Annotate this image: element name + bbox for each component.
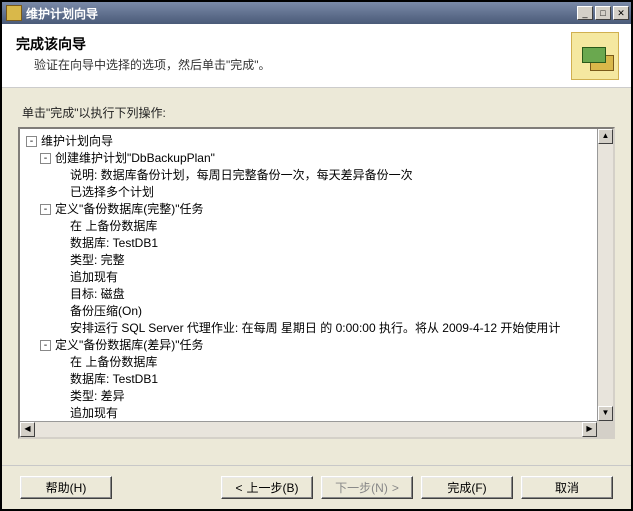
minimize-button[interactable]: _ bbox=[577, 6, 593, 20]
tree-node-full-task[interactable]: - 定义"备份数据库(完整)"任务 bbox=[26, 201, 597, 218]
scrollbar-corner bbox=[597, 421, 613, 437]
tree-leaf[interactable]: 在 上备份数据库 bbox=[26, 218, 597, 235]
tree-node-diff-task[interactable]: - 定义"备份数据库(差异)"任务 bbox=[26, 337, 597, 354]
tree-leaf[interactable]: 追加现有 bbox=[26, 405, 597, 421]
tree-leaf[interactable]: 类型: 差异 bbox=[26, 388, 597, 405]
wizard-app-icon bbox=[6, 5, 22, 21]
finish-button[interactable]: 完成(F) bbox=[421, 476, 513, 499]
tree-root[interactable]: - 维护计划向导 bbox=[26, 133, 597, 150]
wizard-footer: 帮助(H) < 上一步(B) 下一步(N) > 完成(F) 取消 bbox=[2, 465, 631, 509]
tree-leaf[interactable]: 安排运行 SQL Server 代理作业: 在每周 星期日 的 0:00:00 … bbox=[26, 320, 597, 337]
summary-tree-panel: - 维护计划向导 - 创建维护计划"DbBackupPlan" 说明: 数据库备… bbox=[18, 127, 615, 439]
scroll-track[interactable] bbox=[598, 144, 613, 406]
scroll-track[interactable] bbox=[35, 422, 582, 437]
scroll-left-icon[interactable]: ◀ bbox=[20, 422, 35, 437]
page-title: 完成该向导 bbox=[16, 34, 571, 54]
close-button[interactable]: ✕ bbox=[613, 6, 629, 20]
expand-icon[interactable]: - bbox=[26, 136, 37, 147]
expand-icon[interactable]: - bbox=[40, 340, 51, 351]
scroll-up-icon[interactable]: ▲ bbox=[598, 129, 613, 144]
window-title: 维护计划向导 bbox=[26, 5, 575, 22]
wizard-icon bbox=[571, 32, 619, 80]
horizontal-scrollbar[interactable]: ◀ ▶ bbox=[20, 421, 597, 437]
scroll-down-icon[interactable]: ▼ bbox=[598, 406, 613, 421]
tree-leaf[interactable]: 数据库: TestDB1 bbox=[26, 235, 597, 252]
summary-tree[interactable]: - 维护计划向导 - 创建维护计划"DbBackupPlan" 说明: 数据库备… bbox=[20, 129, 597, 421]
cancel-button[interactable]: 取消 bbox=[521, 476, 613, 499]
tree-node-plan[interactable]: - 创建维护计划"DbBackupPlan" bbox=[26, 150, 597, 167]
tree-leaf[interactable]: 备份压缩(On) bbox=[26, 303, 597, 320]
chevron-left-icon: < bbox=[235, 481, 242, 495]
next-button: 下一步(N) > bbox=[321, 476, 413, 499]
wizard-header: 完成该向导 验证在向导中选择的选项，然后单击"完成"。 bbox=[2, 24, 631, 88]
tree-leaf[interactable]: 在 上备份数据库 bbox=[26, 354, 597, 371]
tree-leaf[interactable]: 追加现有 bbox=[26, 269, 597, 286]
page-subtitle: 验证在向导中选择的选项，然后单击"完成"。 bbox=[34, 56, 571, 73]
titlebar: 维护计划向导 _ □ ✕ bbox=[2, 2, 631, 24]
tree-leaf[interactable]: 目标: 磁盘 bbox=[26, 286, 597, 303]
tree-leaf[interactable]: 说明: 数据库备份计划，每周日完整备份一次，每天差异备份一次 bbox=[26, 167, 597, 184]
tree-leaf[interactable]: 已选择多个计划 bbox=[26, 184, 597, 201]
help-button[interactable]: 帮助(H) bbox=[20, 476, 112, 499]
tree-leaf[interactable]: 数据库: TestDB1 bbox=[26, 371, 597, 388]
maximize-button[interactable]: □ bbox=[595, 6, 611, 20]
chevron-right-icon: > bbox=[392, 481, 399, 495]
expand-icon[interactable]: - bbox=[40, 204, 51, 215]
back-button[interactable]: < 上一步(B) bbox=[221, 476, 313, 499]
expand-icon[interactable]: - bbox=[40, 153, 51, 164]
tree-leaf[interactable]: 类型: 完整 bbox=[26, 252, 597, 269]
vertical-scrollbar[interactable]: ▲ ▼ bbox=[597, 129, 613, 421]
instruction-text: 单击"完成"以执行下列操作: bbox=[22, 104, 615, 121]
scroll-right-icon[interactable]: ▶ bbox=[582, 422, 597, 437]
